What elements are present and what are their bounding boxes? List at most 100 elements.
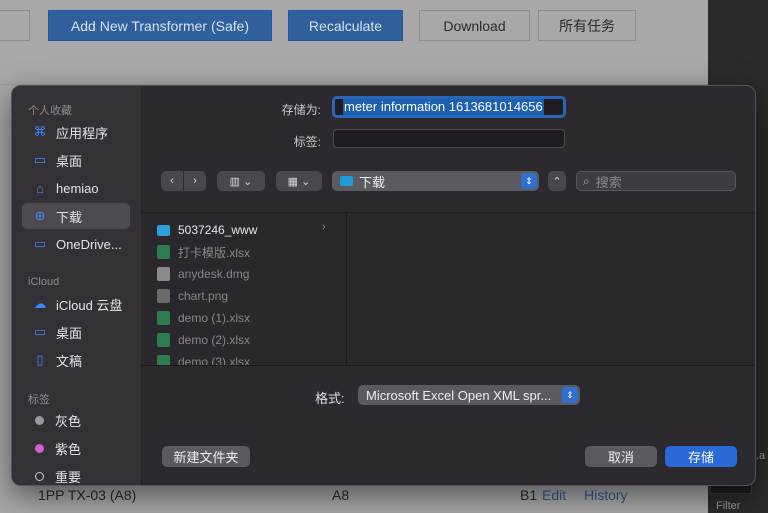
background-left-button[interactable] — [0, 10, 30, 41]
dialog-main: 存储为: meter information 1613681014656 标签:… — [141, 86, 755, 485]
sidebar-item-documents[interactable]: ▯ 文稿 — [22, 347, 130, 373]
chevron-right-icon: › — [193, 175, 197, 187]
history-link[interactable]: History — [584, 487, 628, 503]
format-popup[interactable]: Microsoft Excel Open XML spr... ⇕ — [358, 385, 580, 405]
filename-text: meter information 1613681014656 — [343, 99, 544, 115]
view-columns-button[interactable]: ▥ ⌄ — [217, 171, 265, 191]
sidebar-item-downloads[interactable]: ⊕ 下载 — [22, 203, 130, 229]
search-placeholder: 搜索 — [595, 174, 622, 190]
sidebar-item-label: 下载 — [56, 209, 83, 225]
popup-stepper-icon: ⇕ — [562, 387, 578, 403]
list-item[interactable]: anydesk.dmg — [157, 264, 249, 284]
file-column: 5037246_www › 打卡模版.xlsx anydesk.dmg char… — [141, 213, 347, 365]
sidebar-item-label: hemiao — [56, 180, 99, 196]
sidebar-item-icloud-desktop[interactable]: ▭ 桌面 — [22, 319, 130, 345]
add-transformer-button[interactable]: Add New Transformer (Safe) — [48, 10, 272, 41]
xlsx-file-icon — [157, 355, 170, 365]
list-item[interactable]: 打卡模版.xlsx — [157, 242, 250, 262]
xlsx-file-icon — [157, 333, 170, 347]
collapse-button[interactable]: ⌃ — [548, 171, 566, 191]
side-text: .a — [756, 450, 766, 462]
download-button[interactable]: Download — [419, 10, 530, 41]
search-field[interactable]: ⌕ 搜索 — [576, 171, 736, 191]
folder-icon — [157, 224, 170, 236]
recalculate-button[interactable]: Recalculate — [288, 10, 403, 41]
favorites-title: 个人收藏 — [28, 105, 72, 117]
forward-button[interactable]: › — [184, 171, 206, 191]
xlsx-file-icon — [157, 311, 170, 325]
save-button[interactable]: 存储 — [665, 446, 737, 467]
list-item[interactable]: chart.png — [157, 286, 228, 306]
dialog-sidebar: 个人收藏 ⌘ 应用程序 ▭ 桌面 ⌂ hemiao ⊕ 下载 ▭ OneDriv… — [12, 86, 142, 485]
xlsx-file-icon — [157, 245, 170, 259]
sidebar-item-onedrive[interactable]: ▭ OneDrive... — [22, 231, 130, 257]
format-label: 格式: — [315, 391, 345, 406]
row-name: 1PP TX-03 (A8) — [38, 487, 137, 503]
sidebar-item-label: OneDrive... — [56, 236, 122, 252]
row-col3: B1 — [520, 487, 538, 503]
new-folder-button[interactable]: 新建文件夹 — [162, 446, 250, 467]
applications-icon: ⌘ — [33, 124, 47, 139]
edit-link[interactable]: Edit — [542, 487, 566, 503]
document-icon: ▯ — [36, 352, 44, 367]
sidebar-item-tag-grey[interactable]: 灰色 — [22, 407, 130, 433]
chevron-left-icon: ‹ — [170, 175, 174, 187]
popup-stepper-icon: ⇕ — [521, 173, 537, 189]
grid-view-icon: ▦ ⌄ — [287, 175, 311, 188]
sidebar-item-label: 紫色 — [55, 441, 82, 457]
file-name: demo (3).xlsx — [178, 355, 251, 366]
sidebar-item-label: 灰色 — [55, 413, 82, 429]
cancel-button[interactable]: 取消 — [585, 446, 657, 467]
list-item[interactable]: demo (2).xlsx — [157, 330, 250, 350]
folder-icon: ▭ — [33, 236, 47, 251]
image-file-icon — [157, 289, 170, 303]
location-label: 下载 — [359, 174, 386, 190]
sidebar-item-label: 应用程序 — [56, 125, 109, 141]
save-as-label: 存储为: — [281, 103, 321, 117]
filename-input[interactable]: meter information 1613681014656 — [332, 96, 566, 118]
all-tasks-button[interactable]: 所有任务 — [538, 10, 636, 41]
row-code: A8 — [332, 487, 350, 503]
tag-dot-icon — [35, 415, 44, 425]
list-item[interactable]: demo (1).xlsx — [157, 308, 250, 328]
search-icon: ⌕ — [583, 173, 590, 188]
file-name: chart.png — [178, 289, 229, 303]
desktop-icon: ▭ — [33, 324, 47, 339]
columns-view-icon: ▥ ⌄ — [229, 175, 253, 188]
dmg-file-icon — [157, 267, 170, 281]
chevron-up-icon: ⌃ — [552, 175, 562, 188]
downloads-folder-icon — [340, 176, 353, 186]
icloud-title: iCloud — [28, 276, 60, 288]
file-name: 打卡模版.xlsx — [178, 245, 251, 260]
sidebar-item-applications[interactable]: ⌘ 应用程序 — [22, 119, 130, 145]
sidebar-item-icloud-drive[interactable]: ☁ iCloud 云盘 — [22, 291, 130, 317]
filter-label: Filter — [716, 500, 741, 512]
sidebar-item-tag-purple[interactable]: 紫色 — [22, 435, 130, 461]
tags-title: 标签 — [28, 394, 50, 406]
file-name: 5037246_www — [178, 223, 258, 237]
tag-dot-icon — [35, 471, 44, 481]
sidebar-item-tag-important[interactable]: 重要 — [22, 463, 130, 485]
file-name: demo (1).xlsx — [178, 311, 251, 325]
location-popup[interactable]: 下载 ⇕ — [332, 171, 539, 191]
file-name: anydesk.dmg — [178, 267, 250, 281]
view-grid-button[interactable]: ▦ ⌄ — [276, 171, 322, 191]
sidebar-item-label: 文稿 — [56, 353, 83, 369]
cloud-icon: ☁ — [33, 296, 47, 311]
back-button[interactable]: ‹ — [161, 171, 183, 191]
list-item[interactable]: 5037246_www — [157, 220, 257, 240]
sidebar-item-home[interactable]: ⌂ hemiao — [22, 175, 130, 201]
desktop-icon: ▭ — [33, 152, 47, 167]
chevron-right-icon: › — [322, 221, 326, 233]
sidebar-item-label: iCloud 云盘 — [56, 297, 123, 313]
sidebar-item-label: 桌面 — [56, 153, 83, 169]
list-item[interactable]: demo (3).xlsx — [157, 352, 251, 366]
file-browser: 5037246_www › 打卡模版.xlsx anydesk.dmg char… — [141, 212, 755, 366]
sidebar-item-label: 桌面 — [56, 325, 83, 341]
sidebar-item-label: 重要 — [55, 469, 82, 485]
sidebar-item-desktop[interactable]: ▭ 桌面 — [22, 147, 130, 173]
tag-dot-icon — [35, 443, 44, 453]
download-icon: ⊕ — [34, 208, 46, 223]
tags-input[interactable] — [333, 129, 565, 148]
file-name: demo (2).xlsx — [178, 333, 251, 347]
